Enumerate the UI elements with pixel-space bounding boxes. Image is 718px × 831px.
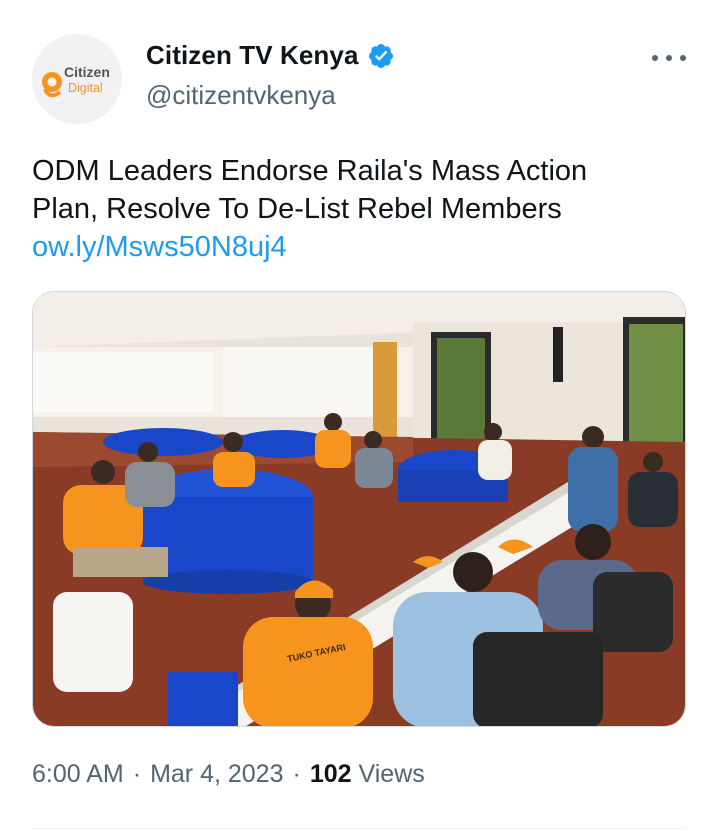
citizen-digital-logo: Citizen Digital (32, 34, 122, 124)
tweet-date[interactable]: Mar 4, 2023 (150, 760, 283, 789)
tweet-photo[interactable]: TUKO TAYARI (32, 291, 686, 727)
tweet-text: ODM Leaders Endorse Raila's Mass Action … (32, 152, 682, 266)
tweet-text-line: ODM Leaders Endorse Raila's Mass Action (32, 155, 588, 187)
svg-text:Digital: Digital (68, 81, 103, 95)
author-handle[interactable]: @citizentvkenya (146, 80, 336, 111)
tweet: Citizen Digital Citizen TV Kenya @citize… (0, 0, 718, 831)
verified-badge-icon (368, 43, 393, 68)
tweet-meta: 6:00 AM · Mar 4, 2023 · 102 Views (32, 760, 425, 789)
dot-icon (652, 55, 658, 61)
author-display-name[interactable]: Citizen TV Kenya (146, 40, 359, 71)
more-options-icon[interactable] (652, 46, 686, 70)
divider (32, 828, 686, 829)
views-label: Views (358, 760, 425, 788)
svg-text:Citizen: Citizen (64, 64, 110, 80)
dot-icon (680, 55, 686, 61)
dot-icon (666, 55, 672, 61)
author-name-row: Citizen TV Kenya (146, 40, 395, 71)
avatar[interactable]: Citizen Digital (32, 34, 122, 124)
tweet-time[interactable]: 6:00 AM (32, 760, 124, 789)
separator: · (292, 760, 301, 788)
tweet-text-line: Plan, Resolve To De-List Rebel Members (32, 193, 562, 225)
separator: · (132, 760, 142, 788)
meeting-photo: TUKO TAYARI (33, 292, 685, 726)
views-count: 102 (309, 760, 352, 788)
tweet-link[interactable]: ow.ly/Msws50N8uj4 (32, 228, 682, 266)
